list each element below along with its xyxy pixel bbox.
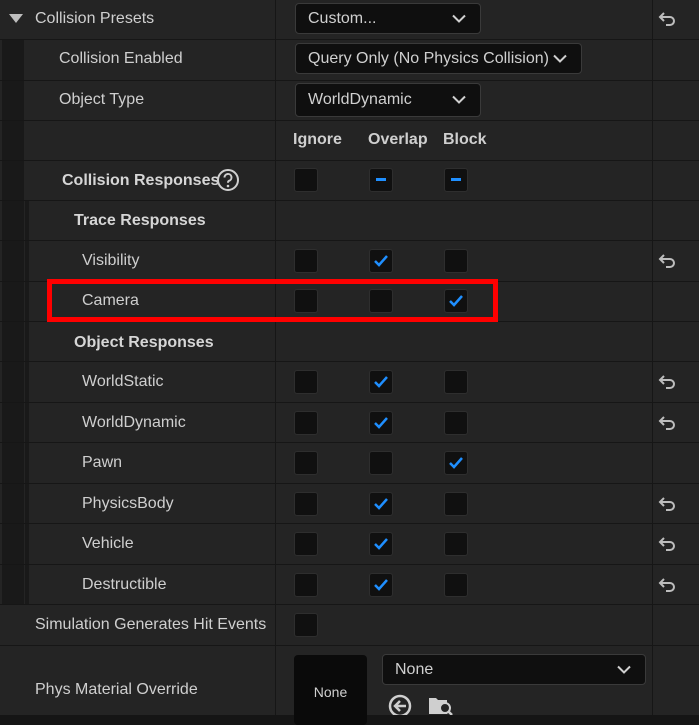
reset-to-default-icon[interactable] (657, 575, 677, 595)
reset-to-default-icon[interactable] (657, 494, 677, 514)
destructible-block-checkbox[interactable] (444, 573, 468, 597)
row-visibility: Visibility (0, 241, 699, 282)
checkmark-icon (449, 457, 463, 469)
indeterminate-icon (451, 178, 461, 181)
phys-material-label: Phys Material Override (35, 681, 198, 698)
question-circle-icon[interactable] (216, 168, 240, 192)
vehicle-ignore-checkbox[interactable] (294, 532, 318, 556)
reset-to-default-icon[interactable] (657, 534, 677, 554)
visibility-label: Visibility (82, 252, 140, 269)
collision-responses-overlap-checkbox[interactable] (369, 168, 393, 192)
worldstatic-overlap-checkbox[interactable] (369, 370, 393, 394)
row-worlddynamic: WorldDynamic (0, 403, 699, 443)
phys-material-dropdown[interactable]: None (382, 654, 646, 685)
destructible-overlap-checkbox[interactable] (369, 573, 393, 597)
object-type-label: Object Type (59, 91, 145, 108)
row-trace-responses: Trace Responses (0, 201, 699, 241)
row-worldstatic: WorldStatic (0, 362, 699, 403)
collision-enabled-label: Collision Enabled (59, 50, 183, 67)
checkmark-icon (374, 579, 388, 591)
worlddynamic-ignore-checkbox[interactable] (294, 411, 318, 435)
row-destructible: Destructible (0, 565, 699, 605)
worlddynamic-overlap-checkbox[interactable] (369, 411, 393, 435)
sim-hit-events-label: Simulation Generates Hit Events (35, 616, 267, 633)
details-panel: Collision Presets Custom... Collision En… (0, 0, 699, 725)
collision-responses-block-checkbox[interactable] (444, 168, 468, 192)
vehicle-block-checkbox[interactable] (444, 532, 468, 556)
column-header-overlap: Overlap (368, 131, 428, 148)
pawn-overlap-checkbox[interactable] (369, 451, 393, 475)
worlddynamic-block-checkbox[interactable] (444, 411, 468, 435)
indeterminate-icon (376, 178, 386, 181)
visibility-block-checkbox[interactable] (444, 249, 468, 273)
reset-to-default-icon[interactable] (657, 372, 677, 392)
row-collision-responses: Collision Responses (0, 161, 699, 201)
row-object-responses: Object Responses (0, 322, 699, 362)
chevron-down-icon (617, 665, 631, 674)
row-collision-enabled: Collision Enabled Query Only (No Physics… (0, 40, 699, 81)
browse-asset-icon[interactable] (428, 694, 454, 715)
row-sim-hit-events: Simulation Generates Hit Events (0, 605, 699, 646)
row-vehicle: Vehicle (0, 524, 699, 565)
collapse-triangle-icon[interactable] (9, 14, 23, 24)
worldstatic-label: WorldStatic (82, 373, 164, 390)
physicsbody-ignore-checkbox[interactable] (294, 492, 318, 516)
physicsbody-overlap-checkbox[interactable] (369, 492, 393, 516)
worlddynamic-label: WorldDynamic (82, 414, 186, 431)
chevron-down-icon (452, 14, 466, 23)
vehicle-label: Vehicle (82, 535, 134, 552)
use-selected-asset-icon[interactable] (388, 694, 412, 715)
object-type-dropdown[interactable]: WorldDynamic (295, 83, 481, 117)
collision-enabled-dropdown[interactable]: Query Only (No Physics Collision) (295, 43, 582, 74)
pawn-block-checkbox[interactable] (444, 451, 468, 475)
chevron-down-icon (452, 95, 466, 104)
reset-to-default-icon[interactable] (657, 9, 677, 29)
collision-presets-dropdown[interactable]: Custom... (295, 3, 481, 34)
column-header-block: Block (443, 131, 487, 148)
row-collision-presets: Collision Presets Custom... (0, 0, 699, 40)
pawn-label: Pawn (82, 454, 123, 471)
destructible-label: Destructible (82, 576, 167, 593)
column-header-ignore: Ignore (293, 131, 342, 148)
chevron-down-icon (553, 54, 567, 63)
checkmark-icon (374, 376, 388, 388)
row-physicsbody: PhysicsBody (0, 484, 699, 524)
visibility-overlap-checkbox[interactable] (369, 249, 393, 273)
highlight-box (47, 279, 498, 322)
checkmark-icon (374, 417, 388, 429)
collision-presets-label: Collision Presets (35, 10, 155, 27)
row-column-headers (0, 121, 699, 161)
reset-to-default-icon[interactable] (657, 413, 677, 433)
worldstatic-block-checkbox[interactable] (444, 370, 468, 394)
worldstatic-ignore-checkbox[interactable] (294, 370, 318, 394)
trace-responses-label: Trace Responses (74, 212, 206, 229)
visibility-ignore-checkbox[interactable] (294, 249, 318, 273)
destructible-ignore-checkbox[interactable] (294, 573, 318, 597)
physicsbody-label: PhysicsBody (82, 495, 174, 512)
sim-hit-events-checkbox[interactable] (294, 613, 318, 637)
row-pawn: Pawn (0, 443, 699, 484)
collision-responses-ignore-checkbox[interactable] (294, 168, 318, 192)
vehicle-overlap-checkbox[interactable] (369, 532, 393, 556)
collision-responses-label: Collision Responses (62, 172, 220, 189)
pawn-ignore-checkbox[interactable] (294, 451, 318, 475)
row-object-type: Object Type WorldDynamic (0, 81, 699, 121)
checkmark-icon (374, 498, 388, 510)
physicsbody-block-checkbox[interactable] (444, 492, 468, 516)
checkmark-icon (374, 538, 388, 550)
object-responses-label: Object Responses (74, 334, 214, 351)
reset-to-default-icon[interactable] (657, 251, 677, 271)
checkmark-icon (374, 255, 388, 267)
